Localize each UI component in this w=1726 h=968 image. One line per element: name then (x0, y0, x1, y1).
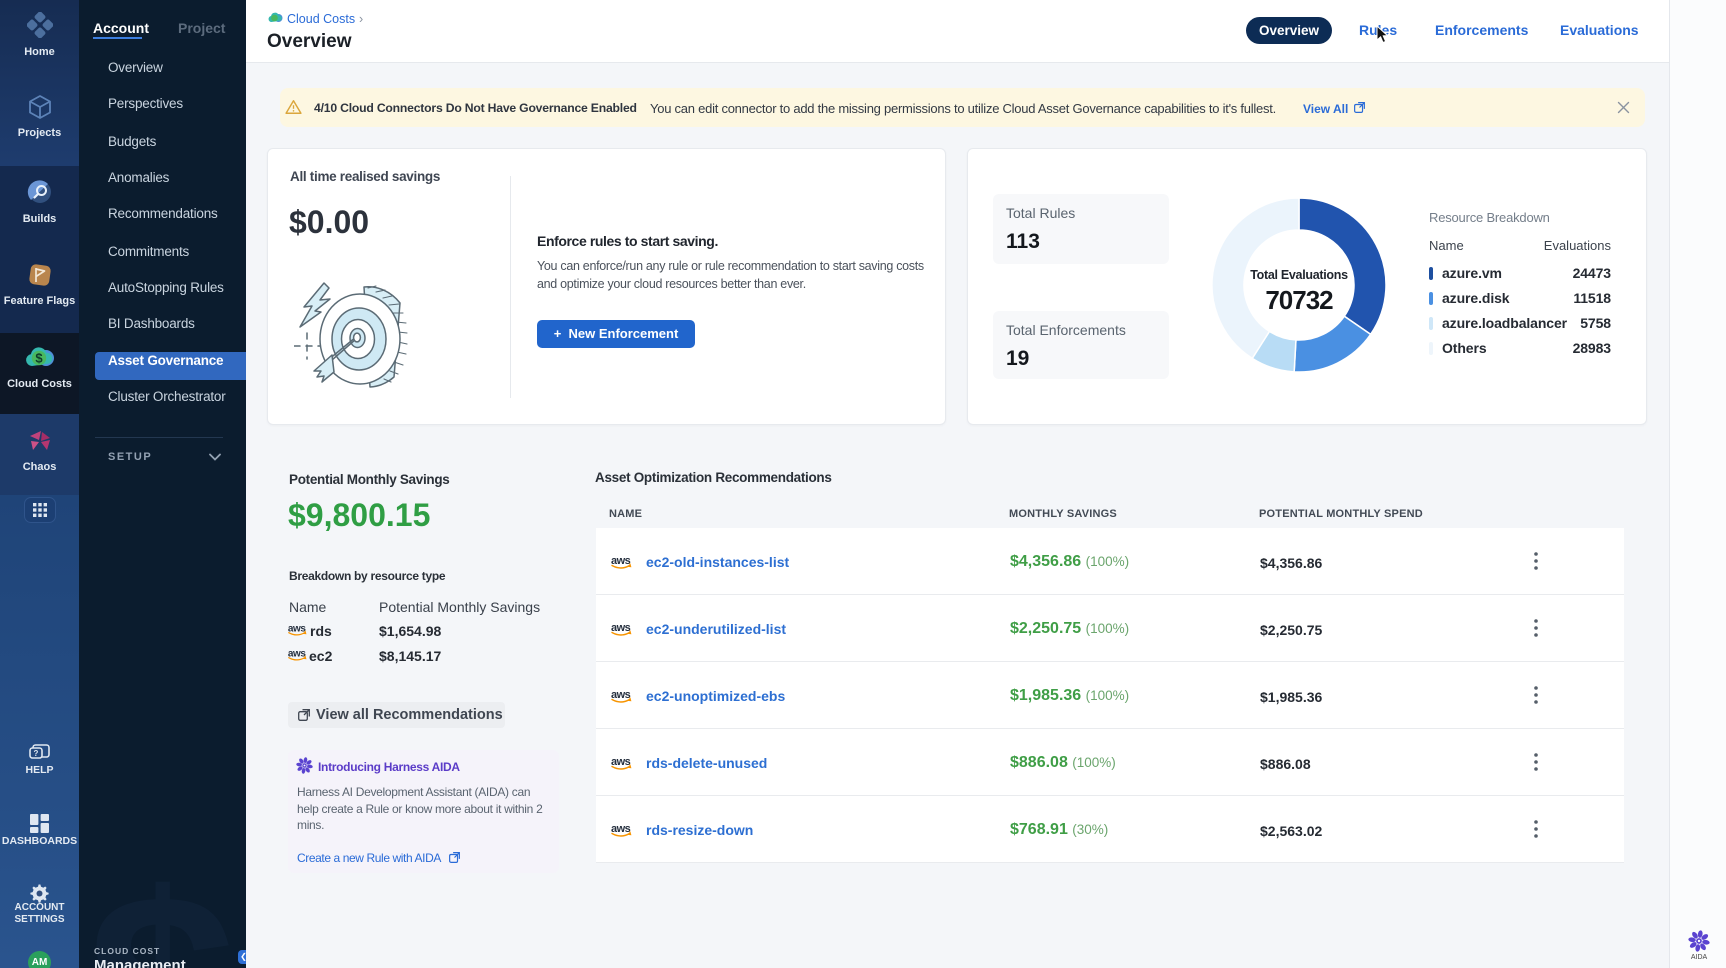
svg-text:aws: aws (611, 555, 631, 567)
svg-text:aws: aws (611, 689, 631, 701)
svg-text:?: ? (34, 749, 39, 758)
svg-text:aws: aws (611, 756, 631, 768)
svg-text:$: $ (35, 351, 43, 366)
svg-text:aws: aws (611, 823, 631, 835)
svg-text:aws: aws (611, 622, 631, 634)
